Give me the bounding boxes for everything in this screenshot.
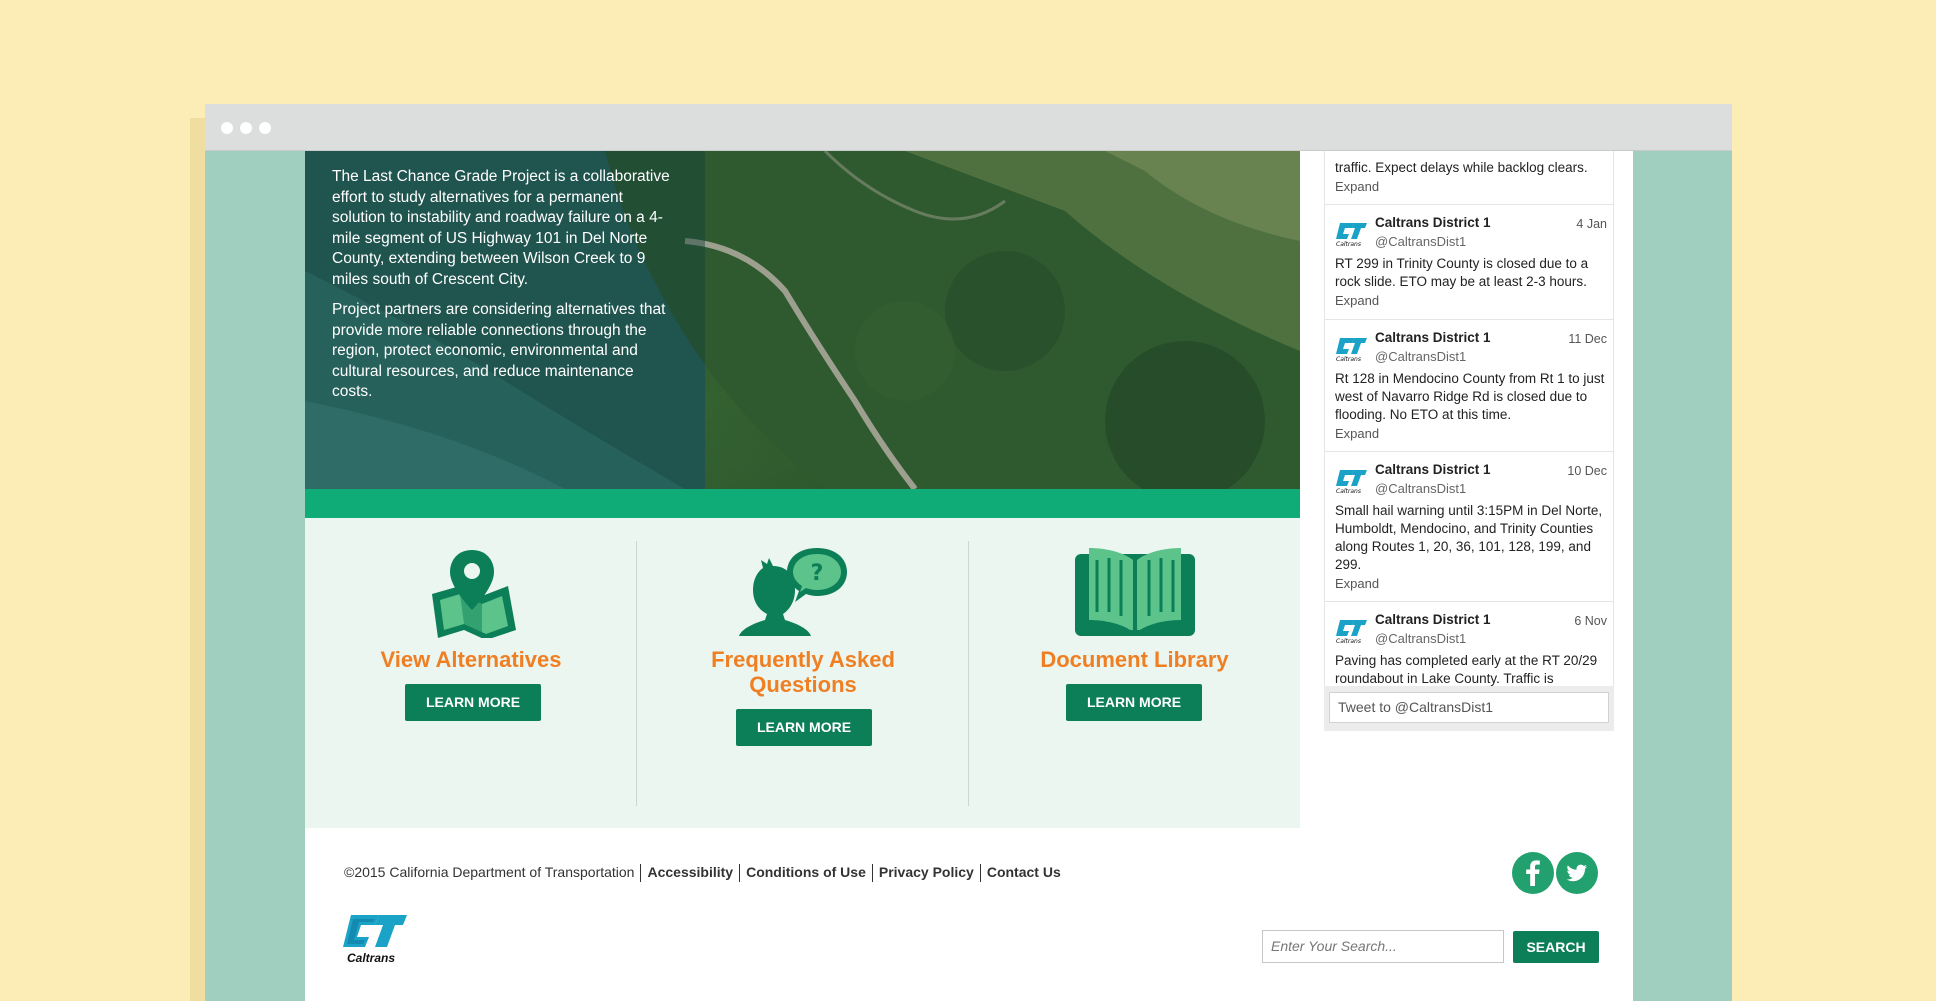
twitter-icon[interactable] [1556,852,1598,894]
map-pin-icon [432,550,516,638]
footer-link-accessibility[interactable]: Accessibility [647,864,733,880]
tweet-item: Caltrans Caltrans District 1 @CaltransDi… [1325,205,1613,320]
footer-link-privacy-policy[interactable]: Privacy Policy [879,864,974,880]
tweet-expand-link[interactable]: Expand [1335,293,1379,308]
tweet-author-name[interactable]: Caltrans District 1 [1375,612,1491,627]
tweet-date[interactable]: 6 Nov [1574,614,1607,628]
tweet-author-handle[interactable]: @CaltransDist1 [1375,481,1466,496]
footer-link-conditions-of-use[interactable]: Conditions of Use [746,864,866,880]
svg-text:Caltrans: Caltrans [1336,638,1361,644]
tweet-item: Caltrans Caltrans District 1 @CaltransDi… [1325,602,1613,686]
svg-text:Caltrans: Caltrans [1336,241,1361,247]
footer-separator [739,864,741,883]
tweet-text: Rt 128 in Mendocino County from Rt 1 to … [1335,371,1605,422]
window-dot-icon[interactable] [221,122,233,134]
page-footer: ©2015 California Department of Transport… [305,831,1633,1001]
tweet-date[interactable]: 10 Dec [1567,464,1607,478]
footer-copyright: ©2015 California Department of Transport… [344,864,635,880]
hero-paragraph: Project partners are considering alterna… [332,301,666,400]
view-alternatives-learn-more-button[interactable]: LEARN MORE [405,684,541,721]
tweet-expand-link[interactable]: Expand [1335,426,1379,441]
svg-text:Caltrans: Caltrans [1336,488,1361,494]
caltrans-avatar-icon: Caltrans [1336,223,1367,247]
tweet-text: Paving has completed early at the RT 20/… [1335,653,1598,686]
svg-text:?: ? [811,561,824,586]
caltrans-logo[interactable]: Caltrans [341,911,411,971]
card-title: View Alternatives [380,647,562,672]
footer-separator [979,864,981,883]
card-title: Document Library [1040,647,1229,672]
tweet-author-name[interactable]: Caltrans District 1 [1375,462,1491,477]
tweet-author-name[interactable]: Caltrans District 1 [1375,330,1491,345]
person-question-icon: ? [739,548,847,636]
tweet-author-name[interactable]: Caltrans District 1 [1375,215,1491,230]
footer-separator [871,864,873,883]
card-title: Frequently Asked Questions [637,647,969,697]
feature-cards: View Alternatives LEARN MORE ? Frequentl… [305,518,1300,828]
browser-window: The Last Chance Grade Project is a colla… [205,104,1732,1001]
tweet-text: traffic. Expect delays while backlog cle… [1335,160,1588,175]
tweet-date[interactable]: 11 Dec [1568,332,1607,346]
footer-links: ©2015 California Department of Transport… [344,864,1061,883]
caltrans-logo-text: Caltrans [347,951,396,965]
hero-description: The Last Chance Grade Project is a colla… [332,167,672,413]
web-page: The Last Chance Grade Project is a colla… [305,151,1633,1001]
tweet-expand-link[interactable]: Expand [1335,179,1379,194]
hero-paragraph: The Last Chance Grade Project is a colla… [332,168,670,288]
tweet-expand-link[interactable]: Expand [1335,576,1379,591]
tweet-compose-area: Tweet to @CaltransDist1 [1324,686,1614,731]
tweet-item: Caltrans Caltrans District 1 @CaltransDi… [1325,320,1613,452]
tweet-item: traffic. Expect delays while backlog cle… [1325,151,1613,205]
document-library-learn-more-button[interactable]: LEARN MORE [1066,684,1202,721]
tweet-list[interactable]: traffic. Expect delays while backlog cle… [1324,151,1614,686]
search-button[interactable]: SEARCH [1513,931,1599,963]
tweet-text: Small hail warning until 3:15PM in Del N… [1335,503,1603,572]
faq-learn-more-button[interactable]: LEARN MORE [736,709,872,746]
green-divider-band [305,489,1300,518]
tweet-item: Caltrans Caltrans District 1 @CaltransDi… [1325,452,1613,602]
card-title-line: Frequently Asked [711,647,895,672]
browser-chrome-bar [205,104,1732,151]
open-book-icon [1075,548,1195,636]
tweet-author-handle[interactable]: @CaltransDist1 [1375,631,1466,646]
tweet-author-handle[interactable]: @CaltransDist1 [1375,349,1466,364]
card-title-line: Questions [749,672,857,697]
footer-separator [640,864,642,883]
window-dot-icon[interactable] [240,122,252,134]
footer-link-contact-us[interactable]: Contact Us [987,864,1061,880]
hero-aerial-image: The Last Chance Grade Project is a colla… [305,151,1300,489]
card-view-alternatives: View Alternatives LEARN MORE [305,518,637,828]
caltrans-avatar-icon: Caltrans [1336,470,1367,494]
svg-text:Caltrans: Caltrans [1336,356,1361,362]
twitter-feed-widget: traffic. Expect delays while backlog cle… [1316,151,1621,731]
caltrans-avatar-icon: Caltrans [1336,620,1367,644]
tweet-text: RT 299 in Trinity County is closed due t… [1335,256,1589,289]
facebook-icon[interactable] [1512,852,1554,894]
tweet-compose-input[interactable]: Tweet to @CaltransDist1 [1329,692,1609,723]
caltrans-avatar-icon: Caltrans [1336,338,1367,362]
window-dot-icon[interactable] [259,122,271,134]
tweet-author-handle[interactable]: @CaltransDist1 [1375,234,1466,249]
card-document-library: Document Library LEARN MORE [969,518,1300,828]
site-search-input[interactable]: Enter Your Search... [1262,930,1504,963]
tweet-date[interactable]: 4 Jan [1576,217,1607,231]
card-faq: ? Frequently Asked Questions LEARN MORE [637,518,969,828]
